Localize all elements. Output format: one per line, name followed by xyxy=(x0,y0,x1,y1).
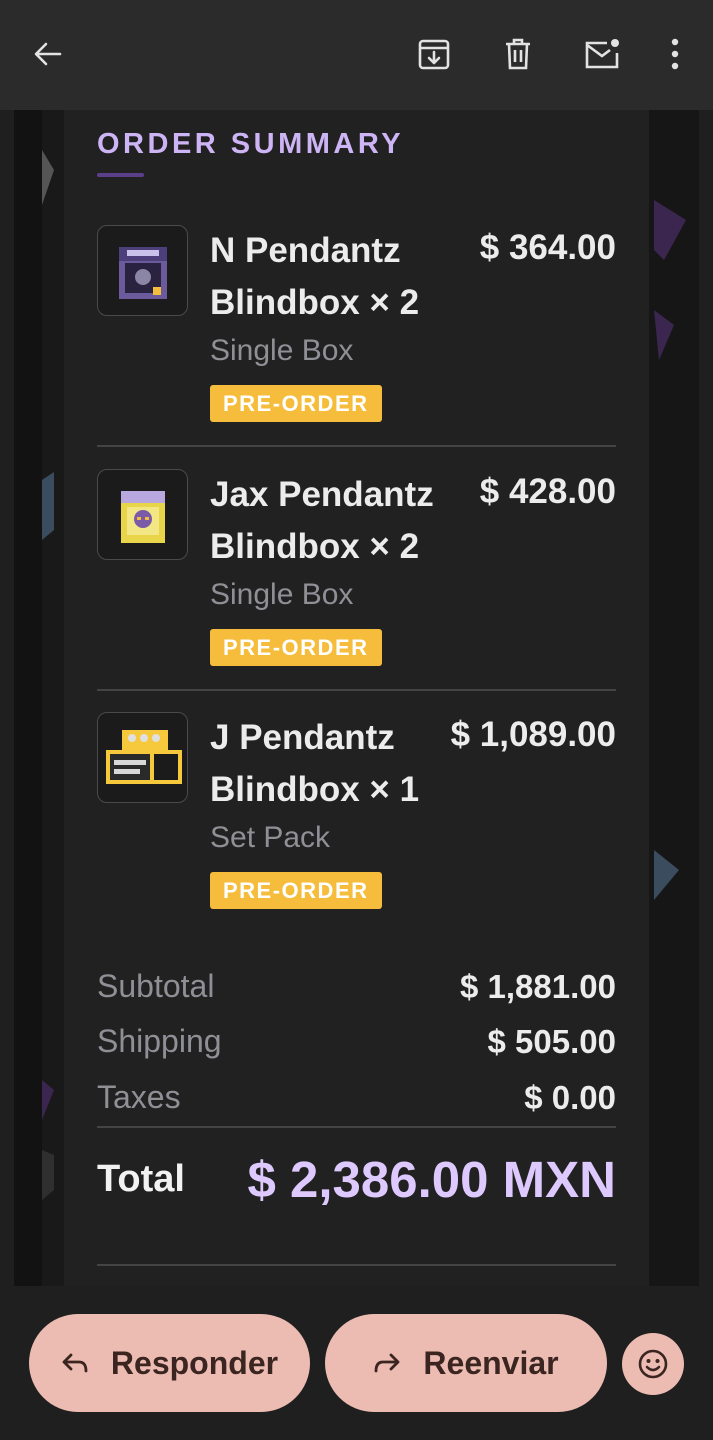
emoji-reaction-button[interactable] xyxy=(622,1333,684,1395)
title-underline xyxy=(97,173,144,177)
preorder-badge: PRE-ORDER xyxy=(210,872,382,909)
taxes-row: Taxes $ 0.00 xyxy=(97,1079,616,1119)
footer-divider xyxy=(97,1264,616,1266)
item-variant: Set Pack xyxy=(210,821,331,854)
shipping-row: Shipping $ 505.00 xyxy=(97,1023,616,1063)
taxes-label: Taxes xyxy=(97,1079,181,1115)
order-item: N Pendantz Blindbox × 2 $ 364.00 Single … xyxy=(97,225,616,425)
more-options-button[interactable] xyxy=(653,32,697,76)
shipping-label: Shipping xyxy=(97,1023,222,1059)
product-image xyxy=(97,225,188,316)
item-name: J Pendantz Blindbox × 1 xyxy=(210,718,420,809)
forward-label: Reenviar xyxy=(423,1344,559,1381)
item-price: $ 1,089.00 xyxy=(450,715,616,754)
mail-unread-icon xyxy=(585,39,619,69)
order-summary-title: ORDER SUMMARY xyxy=(97,128,405,160)
total-value: $ 2,386.00 MXN xyxy=(247,1151,616,1208)
order-item: J Pendantz Blindbox × 1 $ 1,089.00 Set P… xyxy=(97,712,616,912)
reply-label: Responder xyxy=(110,1344,279,1381)
archive-button[interactable] xyxy=(412,32,456,76)
item-name: Jax Pendantz Blindbox × 2 xyxy=(210,475,434,566)
preorder-badge: PRE-ORDER xyxy=(210,629,382,666)
more-vert-icon xyxy=(671,38,679,70)
item-divider xyxy=(97,689,616,691)
taxes-value: $ 0.00 xyxy=(524,1079,616,1116)
emoji-icon xyxy=(638,1349,668,1379)
shipping-value: $ 505.00 xyxy=(487,1023,616,1060)
product-image xyxy=(97,712,188,803)
delete-button[interactable] xyxy=(496,32,540,76)
item-divider xyxy=(97,445,616,447)
product-image xyxy=(97,469,188,560)
order-item: Jax Pendantz Blindbox × 2 $ 428.00 Singl… xyxy=(97,469,616,669)
reply-button[interactable]: Responder xyxy=(29,1314,310,1412)
item-price: $ 364.00 xyxy=(479,228,616,267)
item-variant: Single Box xyxy=(210,334,354,367)
mark-unread-button[interactable] xyxy=(580,32,624,76)
totals-divider xyxy=(97,1126,616,1128)
back-button[interactable] xyxy=(26,32,70,76)
subtotal-value: $ 1,881.00 xyxy=(460,968,616,1005)
reply-icon xyxy=(62,1353,88,1373)
archive-icon xyxy=(418,39,450,70)
total-label: Total xyxy=(97,1158,185,1200)
subtotal-label: Subtotal xyxy=(97,968,215,1004)
trash-icon xyxy=(506,38,530,70)
top-app-bar xyxy=(0,0,713,110)
forward-button[interactable]: Reenviar xyxy=(325,1314,607,1412)
subtotal-row: Subtotal $ 1,881.00 xyxy=(97,968,616,1008)
item-price: $ 428.00 xyxy=(479,472,616,511)
forward-icon xyxy=(375,1353,400,1373)
item-name: N Pendantz Blindbox × 2 xyxy=(210,231,420,322)
item-variant: Single Box xyxy=(210,578,354,611)
arrow-left-icon xyxy=(34,42,62,66)
preorder-badge: PRE-ORDER xyxy=(210,385,382,422)
